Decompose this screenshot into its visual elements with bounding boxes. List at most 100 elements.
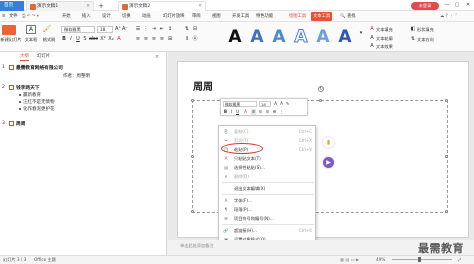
close-window-icon[interactable]: ✕ <box>463 1 473 10</box>
mini-font-select[interactable]: 微软雅黑 <box>223 101 257 107</box>
new-slide-label[interactable]: 新建幻灯片 <box>0 37 22 43</box>
mini-bullets-icon[interactable]: ☰ <box>272 109 277 115</box>
wordart-style-outline[interactable]: A <box>292 25 310 49</box>
wordart-icon[interactable]: Ⓐ <box>192 36 198 43</box>
mini-align-button[interactable]: ≡ <box>251 109 256 115</box>
outline-slide-1-author[interactable]: 作者：周整明 <box>63 73 90 79</box>
tab-home[interactable]: 首页 <box>0 1 24 11</box>
menu-file[interactable]: 文件 <box>9 11 18 22</box>
line-spacing-button[interactable]: ↕ <box>167 26 173 33</box>
format-brush-icon[interactable]: 🖌 <box>42 25 52 33</box>
text-effect-label[interactable]: 文本效果 <box>376 44 393 50</box>
slide-icon[interactable] <box>9 85 14 90</box>
rotate-handle-icon[interactable]: ↻ <box>318 86 324 92</box>
menu-item-delete[interactable]: ✕ 删除(D) <box>219 172 317 181</box>
tab-slides[interactable]: 幻灯片 <box>37 53 50 61</box>
login-button[interactable]: 未登录 <box>411 1 439 10</box>
menu-animation[interactable]: 动画 <box>142 11 151 22</box>
align-left-button[interactable]: ≡ <box>135 36 141 43</box>
resize-handle[interactable] <box>319 99 322 102</box>
text-outline-icon[interactable]: A <box>369 35 375 42</box>
text-fill-icon[interactable]: A <box>369 26 375 33</box>
resize-handle[interactable] <box>191 210 194 213</box>
menu-slideshow[interactable]: 幻灯片放映 <box>163 11 184 22</box>
quick-access-icons[interactable]: ⎙ ↶ ↷ ▾ <box>22 11 39 22</box>
mini-bold-button[interactable]: B <box>223 109 228 115</box>
chart-icon[interactable]: ▮ <box>323 137 334 148</box>
text-fill-label[interactable]: 文本填充 <box>376 27 393 33</box>
align-center-button[interactable]: ≡ <box>143 36 149 43</box>
strikethrough-button[interactable]: abc <box>89 36 98 43</box>
menu-item-paste-special[interactable]: ▤ 选择性粘贴(S)... <box>219 163 317 172</box>
tab-document-1[interactable]: 演示文稿1 ✕ <box>26 1 94 11</box>
menu-item-paste-text[interactable]: A 只粘贴文本(T) <box>219 154 317 163</box>
text-effect-icon[interactable]: A <box>369 43 375 50</box>
mini-font-color-button[interactable]: A <box>243 109 248 115</box>
resize-handle[interactable] <box>445 99 448 102</box>
resize-handle[interactable] <box>191 99 194 102</box>
wordart-style-blue[interactable]: A <box>248 25 266 49</box>
outline-bullet[interactable]: 化作春泥更护花 <box>23 106 55 112</box>
mini-align-center-icon[interactable]: ≡ <box>258 109 263 115</box>
menu-design[interactable]: 设计 <box>102 11 111 22</box>
subscript-button[interactable]: X₂ <box>108 36 114 43</box>
align-right-button[interactable]: ≡ <box>151 36 157 43</box>
mini-grow-font-icon[interactable]: A <box>273 101 278 107</box>
minimize-icon[interactable]: — <box>442 1 452 10</box>
menu-features[interactable]: 特色功能 <box>256 11 273 22</box>
slide-icon[interactable] <box>9 65 14 70</box>
text-box-label[interactable]: 文本框 <box>22 37 40 43</box>
menu-item-exit-edit[interactable]: 退出文本编辑(X) <box>219 184 317 193</box>
slide-title[interactable]: 周周 <box>193 78 213 93</box>
outline-bullet[interactable]: 汪红不是无情物 <box>23 99 55 105</box>
text-direction-icon[interactable]: ⇅ <box>184 26 190 33</box>
menu-insert[interactable]: 插入 <box>82 11 91 22</box>
menu-item-paragraph[interactable]: ¶ 段落(P)... <box>219 205 317 214</box>
menu-home[interactable]: 开始 <box>62 11 71 22</box>
search-icon[interactable]: 🔍 <box>340 11 345 22</box>
wordart-style-dark[interactable]: A <box>336 25 354 49</box>
wordart-style-black[interactable]: A <box>226 25 244 49</box>
menu-item-bullets[interactable]: ☰ 项目符号和编号(N)... <box>219 214 317 223</box>
menu-drawing-tools[interactable]: 绘图工具 <box>289 11 306 22</box>
wordart-style-lightblue[interactable]: A <box>270 25 288 49</box>
superscript-button[interactable]: X² <box>100 36 106 43</box>
mini-size-select[interactable]: 18 <box>259 101 271 107</box>
bold-button[interactable]: B <box>61 36 67 43</box>
distribute-button[interactable]: ⊞ <box>167 36 173 43</box>
menu-developer[interactable]: 开发工具 <box>232 11 249 22</box>
outline-bullet[interactable]: 赢新教育 <box>23 92 41 98</box>
align-text-icon[interactable]: ⊟ <box>192 26 198 33</box>
menu-item-copy[interactable]: ⎘ 复制(C) Ctrl+C <box>219 127 317 136</box>
resize-handle[interactable] <box>191 155 194 158</box>
search-label[interactable]: 查找 <box>347 11 356 22</box>
italic-button[interactable]: I <box>68 36 74 43</box>
menu-item-hyperlink[interactable]: 🔗 超链接(H)... Ctrl+K <box>219 226 317 235</box>
menu-text-tools[interactable]: 文本工具 <box>311 12 333 21</box>
font-name-select[interactable]: 微软雅黑 <box>61 26 95 33</box>
tab-document-2[interactable]: 演示文稿2 ✕ <box>118 1 206 11</box>
outline-slide-3-title[interactable]: 周周 <box>16 121 25 127</box>
menu-icon[interactable]: ≡ <box>2 11 6 22</box>
zoom-slider[interactable] <box>392 259 452 260</box>
menu-item-font[interactable]: A 字体(F)... <box>219 196 317 205</box>
menu-review[interactable]: 审阅 <box>192 11 201 22</box>
resize-handle[interactable] <box>445 155 448 158</box>
format-brush-label[interactable]: 格式刷 <box>40 37 58 43</box>
font-size-select[interactable]: 18 <box>97 26 113 33</box>
mini-numbering-icon[interactable]: ⋮ <box>279 109 284 115</box>
menu-view[interactable]: 视图 <box>212 11 221 22</box>
new-tab-icon[interactable]: + <box>97 1 105 11</box>
mini-align-right-icon[interactable]: ≡ <box>265 109 270 115</box>
underline-button[interactable]: U <box>75 36 81 43</box>
shape-fill-label[interactable]: 形状填充 <box>417 27 434 33</box>
decrease-font-icon[interactable]: A⁻ <box>122 26 128 33</box>
maximize-icon[interactable]: ▢ <box>452 1 462 10</box>
text-direction-2-icon[interactable]: ⇅ <box>410 36 416 43</box>
close-panel-icon[interactable]: × <box>155 54 159 60</box>
outline-slide-1-title[interactable]: 最需教育网络有限公司 <box>16 65 63 71</box>
text-direction-label[interactable]: 文本方向 <box>417 37 434 43</box>
resize-handle[interactable] <box>445 210 448 213</box>
help-icons[interactable]: ☁ ? ⋮ ˄ <box>440 11 457 22</box>
wordart-style-gradient[interactable]: A <box>314 25 332 49</box>
